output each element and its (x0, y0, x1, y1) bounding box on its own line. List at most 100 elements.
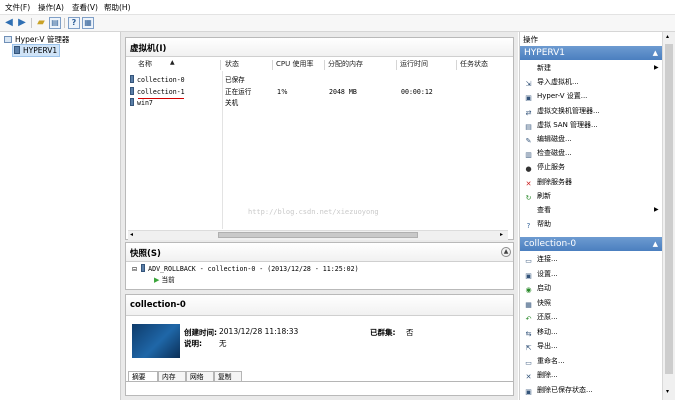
action-refresh[interactable]: ↻ 刷新 (524, 190, 551, 202)
action-revert[interactable]: ↶ 还原... (524, 311, 558, 323)
col-name[interactable]: 名称 (138, 59, 152, 70)
horizontal-scrollbar[interactable]: ◂ ▸ (128, 230, 508, 240)
action-label: 删除服务器 (537, 177, 572, 186)
scroll-right-icon[interactable]: ▸ (500, 231, 503, 238)
expand-icon[interactable]: ⊟ (132, 266, 137, 273)
snapshot-item[interactable]: ⊟ ADV_ROLLBACK - collection-0 - (2013/12… (132, 264, 359, 274)
action-settings[interactable]: ▣ Hyper-V 设置... (524, 90, 587, 102)
action-edit-disk[interactable]: ✎ 编辑磁盘... (524, 133, 572, 145)
action-label: 连接... (537, 255, 558, 263)
action-label: 编辑磁盘... (537, 135, 572, 143)
actions-section-collection-0[interactable]: collection-0 ▲ (520, 237, 663, 251)
play-icon: ▶ (154, 276, 160, 284)
action-label: 帮助 (537, 220, 551, 229)
tab-replication[interactable]: 复制 (214, 371, 242, 381)
action-view[interactable]: 查看 ▶ (524, 204, 659, 216)
inspect-disk-icon: ▥ (525, 151, 532, 160)
delete-saved-state-icon: ▣ (525, 387, 532, 396)
remove-server-icon: ✕ (525, 179, 532, 188)
col-uptime[interactable]: 运行时间 (400, 59, 428, 70)
menu-help[interactable]: 帮助(H) (104, 2, 131, 13)
vm-state: 正在运行 (225, 88, 252, 96)
created-value: 2013/12/28 11:18:33 (219, 327, 299, 336)
actions-section-hyperv1[interactable]: HYPERV1 ▲ (520, 46, 663, 60)
menu-file[interactable]: 文件(F) (5, 2, 30, 13)
folder-up-icon[interactable]: ▰ (35, 17, 47, 29)
rename-icon: ▭ (525, 358, 532, 367)
scroll-down-icon[interactable]: ▾ (666, 388, 669, 395)
col-state[interactable]: 状态 (225, 59, 239, 70)
vm-uptime: 00:00:12 (401, 88, 433, 96)
action-label: 删除已保存状态... (537, 385, 593, 394)
vm-icon (130, 98, 134, 106)
back-arrow-icon[interactable]: ◀ (3, 17, 15, 29)
tab-summary[interactable]: 摘要 (128, 371, 158, 381)
tree-server-hyperv1[interactable]: HYPERV1 (12, 44, 61, 57)
blank-icon (524, 205, 533, 214)
sort-asc-icon: ▲ (170, 59, 175, 66)
action-help[interactable]: ? 帮助 (524, 218, 551, 230)
start-icon: ◉ (525, 286, 532, 294)
action-vm-settings[interactable]: ▣ 设置... (524, 268, 558, 280)
col-memory[interactable]: 分配的内存 (328, 59, 363, 70)
show-hide-tree-icon[interactable]: ▤ (49, 17, 61, 29)
menu-action[interactable]: 操作(A) (38, 2, 64, 13)
vm-row-collection-0[interactable]: collection-0 已保存 (128, 75, 506, 85)
vm-settings-icon: ▣ (525, 271, 532, 280)
action-start[interactable]: ◉ 启动 (524, 282, 551, 294)
export-icon: ⇱ (525, 344, 532, 352)
col-cpu[interactable]: CPU 使用率 (276, 59, 313, 70)
action-label: 刷新 (537, 191, 551, 200)
action-snapshot[interactable]: ▦ 快照 (524, 297, 551, 309)
properties-icon[interactable]: ▦ (82, 17, 94, 29)
action-virtual-switch[interactable]: ⇄ 虚拟交换机管理器... (524, 105, 600, 117)
help-icon[interactable]: ? (68, 17, 80, 29)
col-task-status[interactable]: 任务状态 (460, 59, 488, 70)
action-import-vm[interactable]: ⇲ 导入虚拟机... (524, 76, 579, 88)
scroll-up-icon[interactable]: ▴ (666, 33, 669, 40)
snapshot-icon: ▦ (525, 300, 532, 309)
action-stop-service[interactable]: ● 停止服务 (524, 161, 565, 173)
action-label: 新建 (537, 64, 551, 72)
vertical-scrollbar[interactable]: ▴ ▾ (662, 32, 675, 400)
action-label: 查看 (537, 206, 551, 214)
collapse-section-icon[interactable]: ▲ (653, 237, 658, 251)
action-label: 移动... (537, 327, 558, 336)
clustered-value: 否 (406, 328, 414, 337)
vm-row-win7[interactable]: win7 关机 (128, 98, 506, 108)
tab-network[interactable]: 网络 (186, 371, 214, 381)
delete-icon: ✕ (525, 373, 532, 381)
vertical-scroll-thumb[interactable] (665, 44, 673, 374)
action-delete-saved-state[interactable]: ▣ 删除已保存状态... (524, 384, 593, 396)
import-vm-icon: ⇲ (525, 80, 532, 89)
actions-section-label: HYPERV1 (524, 48, 566, 58)
action-label: Hyper-V 设置... (537, 92, 588, 101)
vm-row-collection-1[interactable]: collection-1 正在运行 1% 2048 MB 00:00:12 (128, 87, 506, 99)
collapse-snapshots-icon[interactable]: ▲ (501, 247, 511, 257)
scroll-left-icon[interactable]: ◂ (130, 231, 133, 238)
action-move[interactable]: ⇆ 移动... (524, 326, 558, 338)
snapshot-current[interactable]: ▶ 当前 (154, 275, 175, 285)
action-label: 导入虚拟机... (537, 78, 579, 87)
vm-name: collection-0 (137, 76, 185, 84)
action-connect[interactable]: ▭ 连接... (524, 253, 558, 265)
new-icon (524, 63, 533, 72)
action-virtual-san[interactable]: ▤ 虚拟 SAN 管理器... (524, 119, 598, 131)
tab-memory[interactable]: 内存 (158, 371, 186, 381)
action-export[interactable]: ⇱ 导出... (524, 340, 558, 352)
snapshots-panel-title: 快照(S) (130, 249, 161, 259)
hyperv-manager-icon (4, 36, 12, 43)
action-remove-server[interactable]: ✕ 删除服务器 (524, 176, 572, 188)
vm-state: 已保存 (225, 76, 245, 84)
collapse-section-icon[interactable]: ▲ (653, 46, 658, 60)
menu-view[interactable]: 查看(V) (72, 2, 98, 13)
action-delete[interactable]: ✕ 删除... (524, 369, 558, 381)
action-rename[interactable]: ▭ 重命名... (524, 355, 565, 367)
scroll-thumb[interactable] (218, 232, 418, 238)
forward-arrow-icon[interactable]: ▶ (16, 17, 28, 29)
action-new[interactable]: 新建 ▶ (524, 62, 659, 74)
action-inspect-disk[interactable]: ▥ 检查磁盘... (524, 147, 572, 159)
action-label: 虚拟交换机管理器... (537, 106, 600, 115)
stop-service-icon: ● (525, 165, 532, 174)
vms-panel-title: 虚拟机(I) (130, 44, 167, 54)
